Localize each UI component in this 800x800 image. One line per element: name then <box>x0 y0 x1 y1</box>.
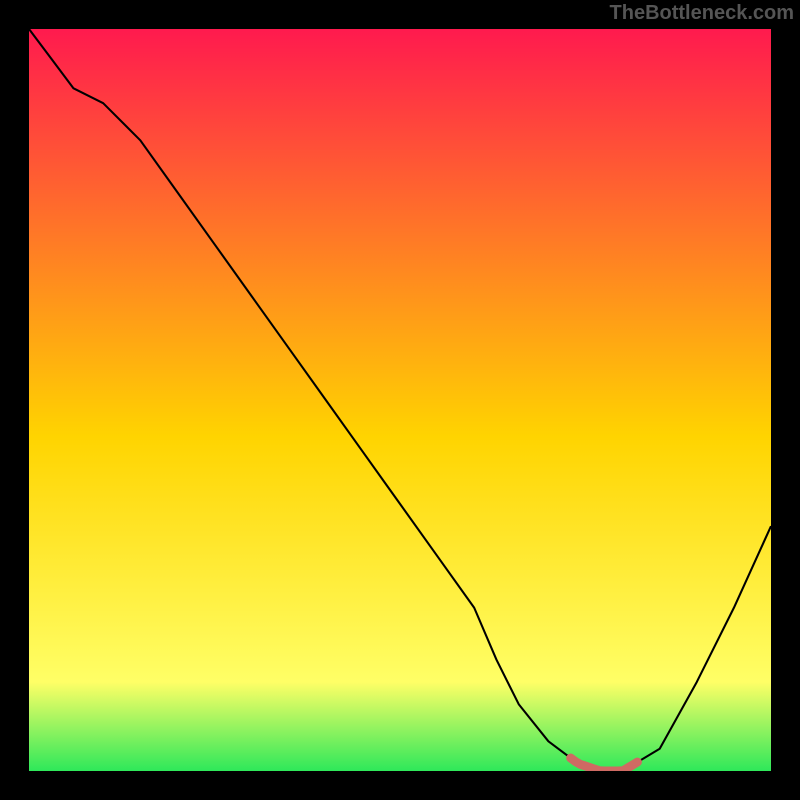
bottleneck-chart <box>29 29 771 771</box>
plot-area <box>29 29 771 771</box>
watermark-text: TheBottleneck.com <box>610 2 794 25</box>
chart-frame: TheBottleneck.com <box>0 0 800 800</box>
